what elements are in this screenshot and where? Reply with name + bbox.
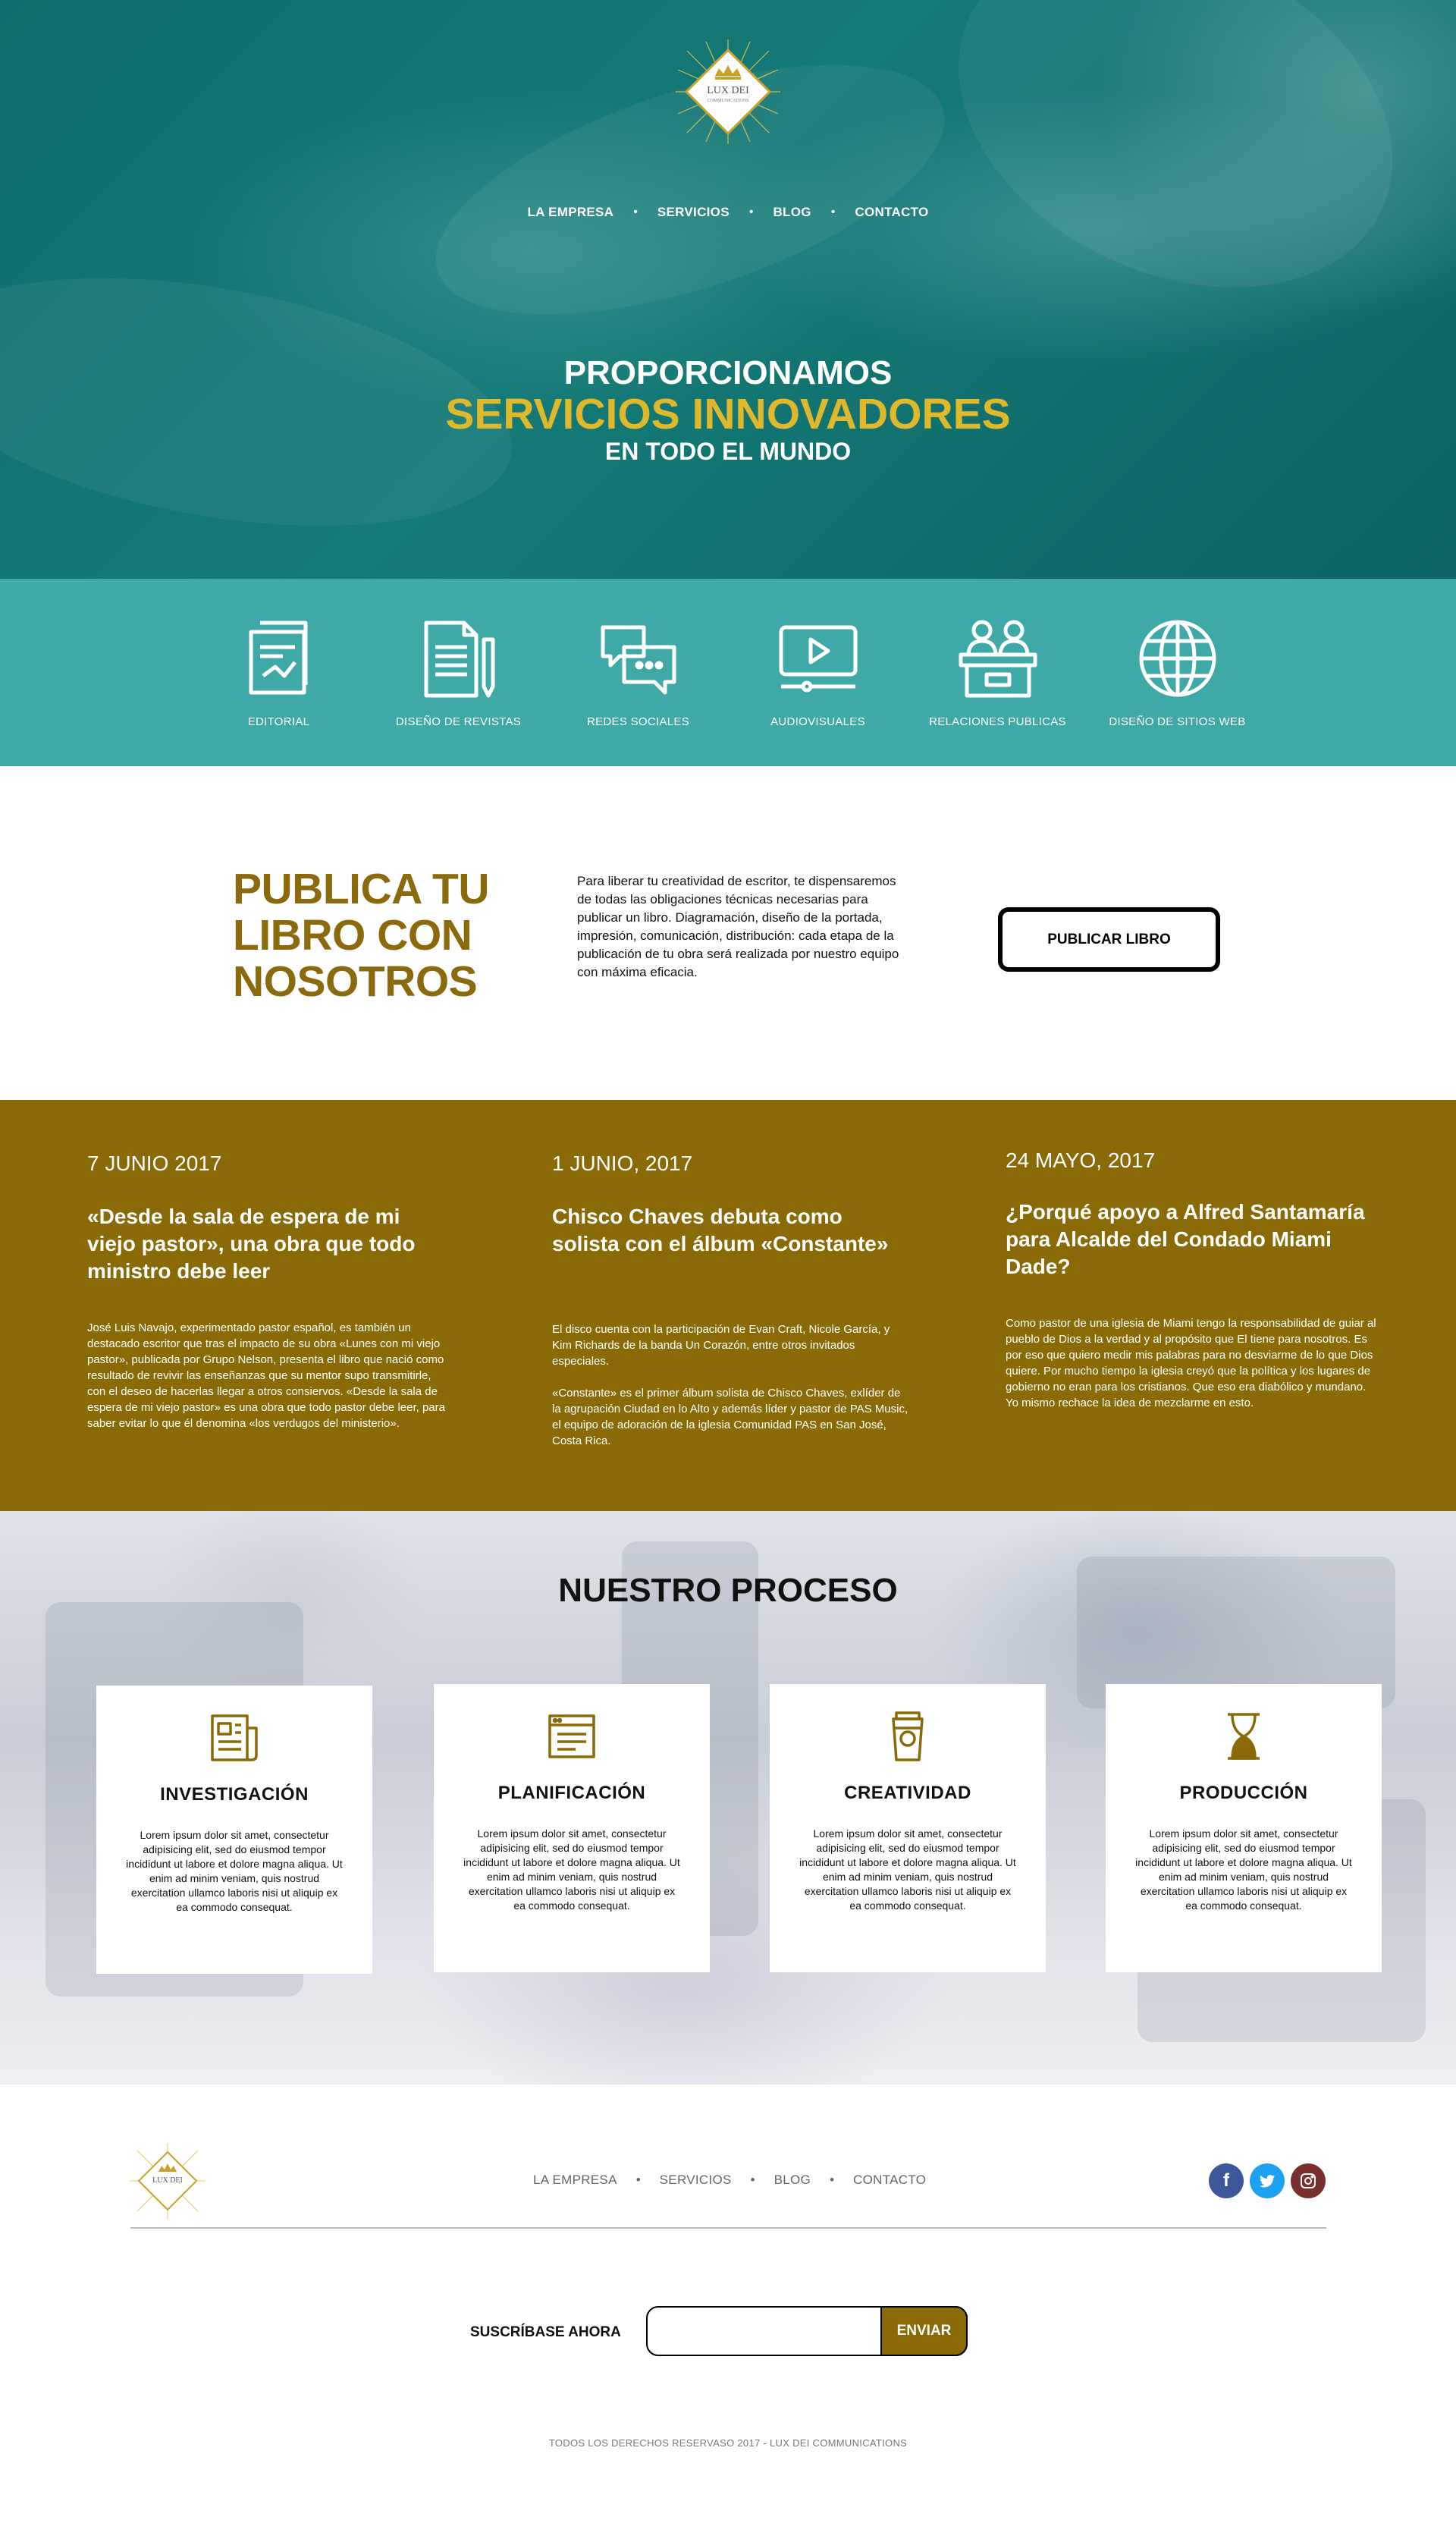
twitter-icon[interactable] bbox=[1250, 2163, 1285, 2198]
footer: LUX DEI LA EMPRESA • SERVICIOS • BLOG • CONTAC… bbox=[0, 2085, 1456, 2515]
services-bar: EDITORIAL DISEÑO DE REVISTAS REDES SOCIA… bbox=[0, 579, 1456, 766]
footer-nav-servicios[interactable]: SERVICIOS bbox=[660, 2173, 732, 2187]
news-body: El disco cuenta con la participación de … bbox=[552, 1321, 908, 1449]
service-label: REDES SOCIALES bbox=[586, 715, 690, 728]
footer-logo[interactable]: LUX DEI bbox=[130, 2143, 206, 2219]
publish-title: PUBLICA TU LIBRO CON NOSOTROS bbox=[233, 865, 490, 1006]
instagram-icon[interactable] bbox=[1291, 2163, 1326, 2198]
nav-separator: • bbox=[635, 2173, 641, 2187]
hero-line-3: EN TODO EL MUNDO bbox=[604, 438, 852, 465]
video-player-icon bbox=[779, 625, 857, 693]
process-title: NUESTRO PROCESO bbox=[558, 1572, 898, 1609]
publish-title-line: LIBRO CON bbox=[233, 911, 472, 960]
footer-nav-contacto[interactable]: CONTACTO bbox=[853, 2173, 926, 2187]
hero-line-1: PROPORCIONAMOS bbox=[563, 354, 893, 391]
footer-nav-la-empresa[interactable]: LA EMPRESA bbox=[533, 2173, 617, 2187]
hero-headline: PROPORCIONAMOS SERVICIOS INNOVADORES EN … bbox=[0, 355, 1456, 466]
news-body: Como pastor de una iglesia de Miami teng… bbox=[1006, 1315, 1377, 1411]
social-links: f bbox=[1209, 2163, 1326, 2198]
nav-separator: • bbox=[830, 2173, 835, 2187]
browser-window-icon bbox=[548, 1714, 595, 1758]
nav-separator: • bbox=[633, 206, 638, 218]
process-card-title: PRODUCCIÓN bbox=[1179, 1783, 1308, 1803]
news-title[interactable]: Chisco Chaves debuta como solista con el… bbox=[552, 1203, 908, 1258]
news-section: 7 JUNIO 2017 «Desde la sala de espera de… bbox=[0, 1100, 1456, 1511]
news-paragraph: «Constante» es el primer álbum solista d… bbox=[552, 1387, 908, 1447]
subscribe-send-button[interactable]: ENVIAR bbox=[880, 2306, 968, 2356]
process-card: CREATIVIDAD Lorem ipsum dolor sit amet, … bbox=[770, 1684, 1046, 1972]
nav-blog[interactable]: BLOG bbox=[765, 205, 818, 220]
brand-logo-subtext: COMMUNICATIONS bbox=[707, 99, 749, 103]
process-card-text: Lorem ipsum dolor sit amet, consectetur … bbox=[799, 1827, 1016, 1912]
process-card: INVESTIGACIÓN Lorem ipsum dolor sit amet… bbox=[96, 1686, 372, 1974]
process-card: PRODUCCIÓN Lorem ipsum dolor sit amet, c… bbox=[1106, 1684, 1382, 1972]
main-nav: LA EMPRESA • SERVICIOS • BLOG • CONTACTO bbox=[0, 205, 1456, 220]
service-label: AUDIOVISUALES bbox=[770, 715, 865, 728]
service-label: DISEÑO DE REVISTAS bbox=[395, 715, 522, 728]
brand-logo-text: LUX DEI bbox=[707, 85, 749, 96]
news-article[interactable]: 24 MAYO, 2017 ¿Porqué apoyo a Alfred San… bbox=[1006, 1148, 1377, 1411]
news-paragraph: Como pastor de una iglesia de Miami teng… bbox=[1006, 1317, 1376, 1409]
service-social[interactable]: REDES SOCIALES bbox=[548, 579, 728, 766]
news-paragraph: El disco cuenta con la participación de … bbox=[552, 1323, 890, 1368]
news-date: 24 MAYO, 2017 bbox=[1006, 1148, 1156, 1172]
process-card-title: PLANIFICACIÓN bbox=[497, 1783, 646, 1803]
service-label: DISEÑO DE SITIOS WEB bbox=[1109, 715, 1246, 728]
service-editorial[interactable]: EDITORIAL bbox=[189, 579, 369, 766]
hero-section: LUX DEI COMMUNICATIONS LA EMPRESA • SERVIC… bbox=[0, 0, 1456, 579]
publish-title-line: PUBLICA TU bbox=[233, 865, 490, 913]
service-audiovisual[interactable]: AUDIOVISUALES bbox=[728, 579, 908, 766]
publish-book-button[interactable]: PUBLICAR LIBRO bbox=[998, 907, 1220, 972]
magazine-design-icon bbox=[424, 621, 494, 698]
coffee-cup-icon bbox=[892, 1711, 924, 1761]
globe-icon bbox=[1139, 620, 1216, 697]
process-card-text: Lorem ipsum dolor sit amet, consectetur … bbox=[126, 1829, 343, 1913]
nav-la-empresa[interactable]: LA EMPRESA bbox=[519, 205, 621, 220]
publish-description: Para liberar tu creatividad de escritor,… bbox=[577, 874, 899, 979]
news-date: 7 JUNIO 2017 bbox=[87, 1152, 222, 1175]
news-article[interactable]: 1 JUNIO, 2017 Chisco Chaves debuta como … bbox=[552, 1152, 908, 1449]
facebook-icon[interactable]: f bbox=[1209, 2163, 1244, 2198]
publish-title-line: NOSOTROS bbox=[233, 957, 478, 1006]
people-podium-icon bbox=[959, 620, 1037, 698]
chat-bubbles-icon bbox=[601, 625, 676, 695]
news-article[interactable]: 7 JUNIO 2017 «Desde la sala de espera de… bbox=[87, 1152, 451, 1431]
brand-logo[interactable]: LUX DEI COMMUNICATIONS bbox=[676, 39, 780, 144]
copyright-text: TODOS LOS DERECHOS RESERVASO 2017 - LUX … bbox=[548, 2437, 908, 2449]
service-magazine[interactable]: DISEÑO DE REVISTAS bbox=[369, 579, 548, 766]
process-card-title: INVESTIGACIÓN bbox=[160, 1784, 309, 1805]
editorial-icon bbox=[249, 621, 307, 695]
nav-contacto[interactable]: CONTACTO bbox=[847, 205, 936, 220]
process-card-title: CREATIVIDAD bbox=[844, 1783, 971, 1803]
service-label: RELACIONES PUBLICAS bbox=[929, 715, 1066, 728]
news-paragraph: José Luis Navajo, experimentado pastor e… bbox=[87, 1321, 445, 1430]
footer-nav-blog[interactable]: BLOG bbox=[774, 2173, 811, 2187]
process-section: NUESTRO PROCESO INVESTIGACIÓN Lorem ipsu… bbox=[0, 1511, 1456, 2085]
hourglass-icon bbox=[1228, 1713, 1260, 1760]
news-title[interactable]: ¿Porqué apoyo a Alfred Santamaría para A… bbox=[1006, 1199, 1377, 1280]
nav-separator: • bbox=[830, 206, 836, 218]
newspaper-icon bbox=[211, 1714, 258, 1761]
service-label: EDITORIAL bbox=[247, 715, 310, 728]
hero-line-2: SERVICIOS INNOVADORES bbox=[445, 390, 1011, 438]
process-card-text: Lorem ipsum dolor sit amet, consectetur … bbox=[1135, 1827, 1352, 1912]
footer-nav: LA EMPRESA • SERVICIOS • BLOG • CONTACTO bbox=[533, 2173, 926, 2188]
hero-background-shape bbox=[902, 0, 1449, 355]
footer-logo-text: LUX DEI bbox=[152, 2176, 183, 2185]
news-date: 1 JUNIO, 2017 bbox=[552, 1152, 693, 1175]
subscribe-label: SUSCRÍBASE AHORA bbox=[470, 2324, 621, 2340]
publish-book-section: PUBLICA TU LIBRO CON NOSOTROS Para liber… bbox=[0, 766, 1456, 1100]
news-title[interactable]: «Desde la sala de espera de mi viejo pas… bbox=[87, 1203, 451, 1285]
nav-separator: • bbox=[748, 206, 754, 218]
news-body: José Luis Navajo, experimentado pastor e… bbox=[87, 1320, 451, 1431]
process-card: PLANIFICACIÓN Lorem ipsum dolor sit amet… bbox=[434, 1684, 710, 1972]
nav-servicios[interactable]: SERVICIOS bbox=[650, 205, 737, 220]
nav-separator: • bbox=[750, 2173, 755, 2187]
service-public-relations[interactable]: RELACIONES PUBLICAS bbox=[908, 579, 1087, 766]
service-web-design[interactable]: DISEÑO DE SITIOS WEB bbox=[1087, 579, 1267, 766]
footer-divider bbox=[130, 2227, 1326, 2229]
process-card-text: Lorem ipsum dolor sit amet, consectetur … bbox=[463, 1827, 680, 1912]
